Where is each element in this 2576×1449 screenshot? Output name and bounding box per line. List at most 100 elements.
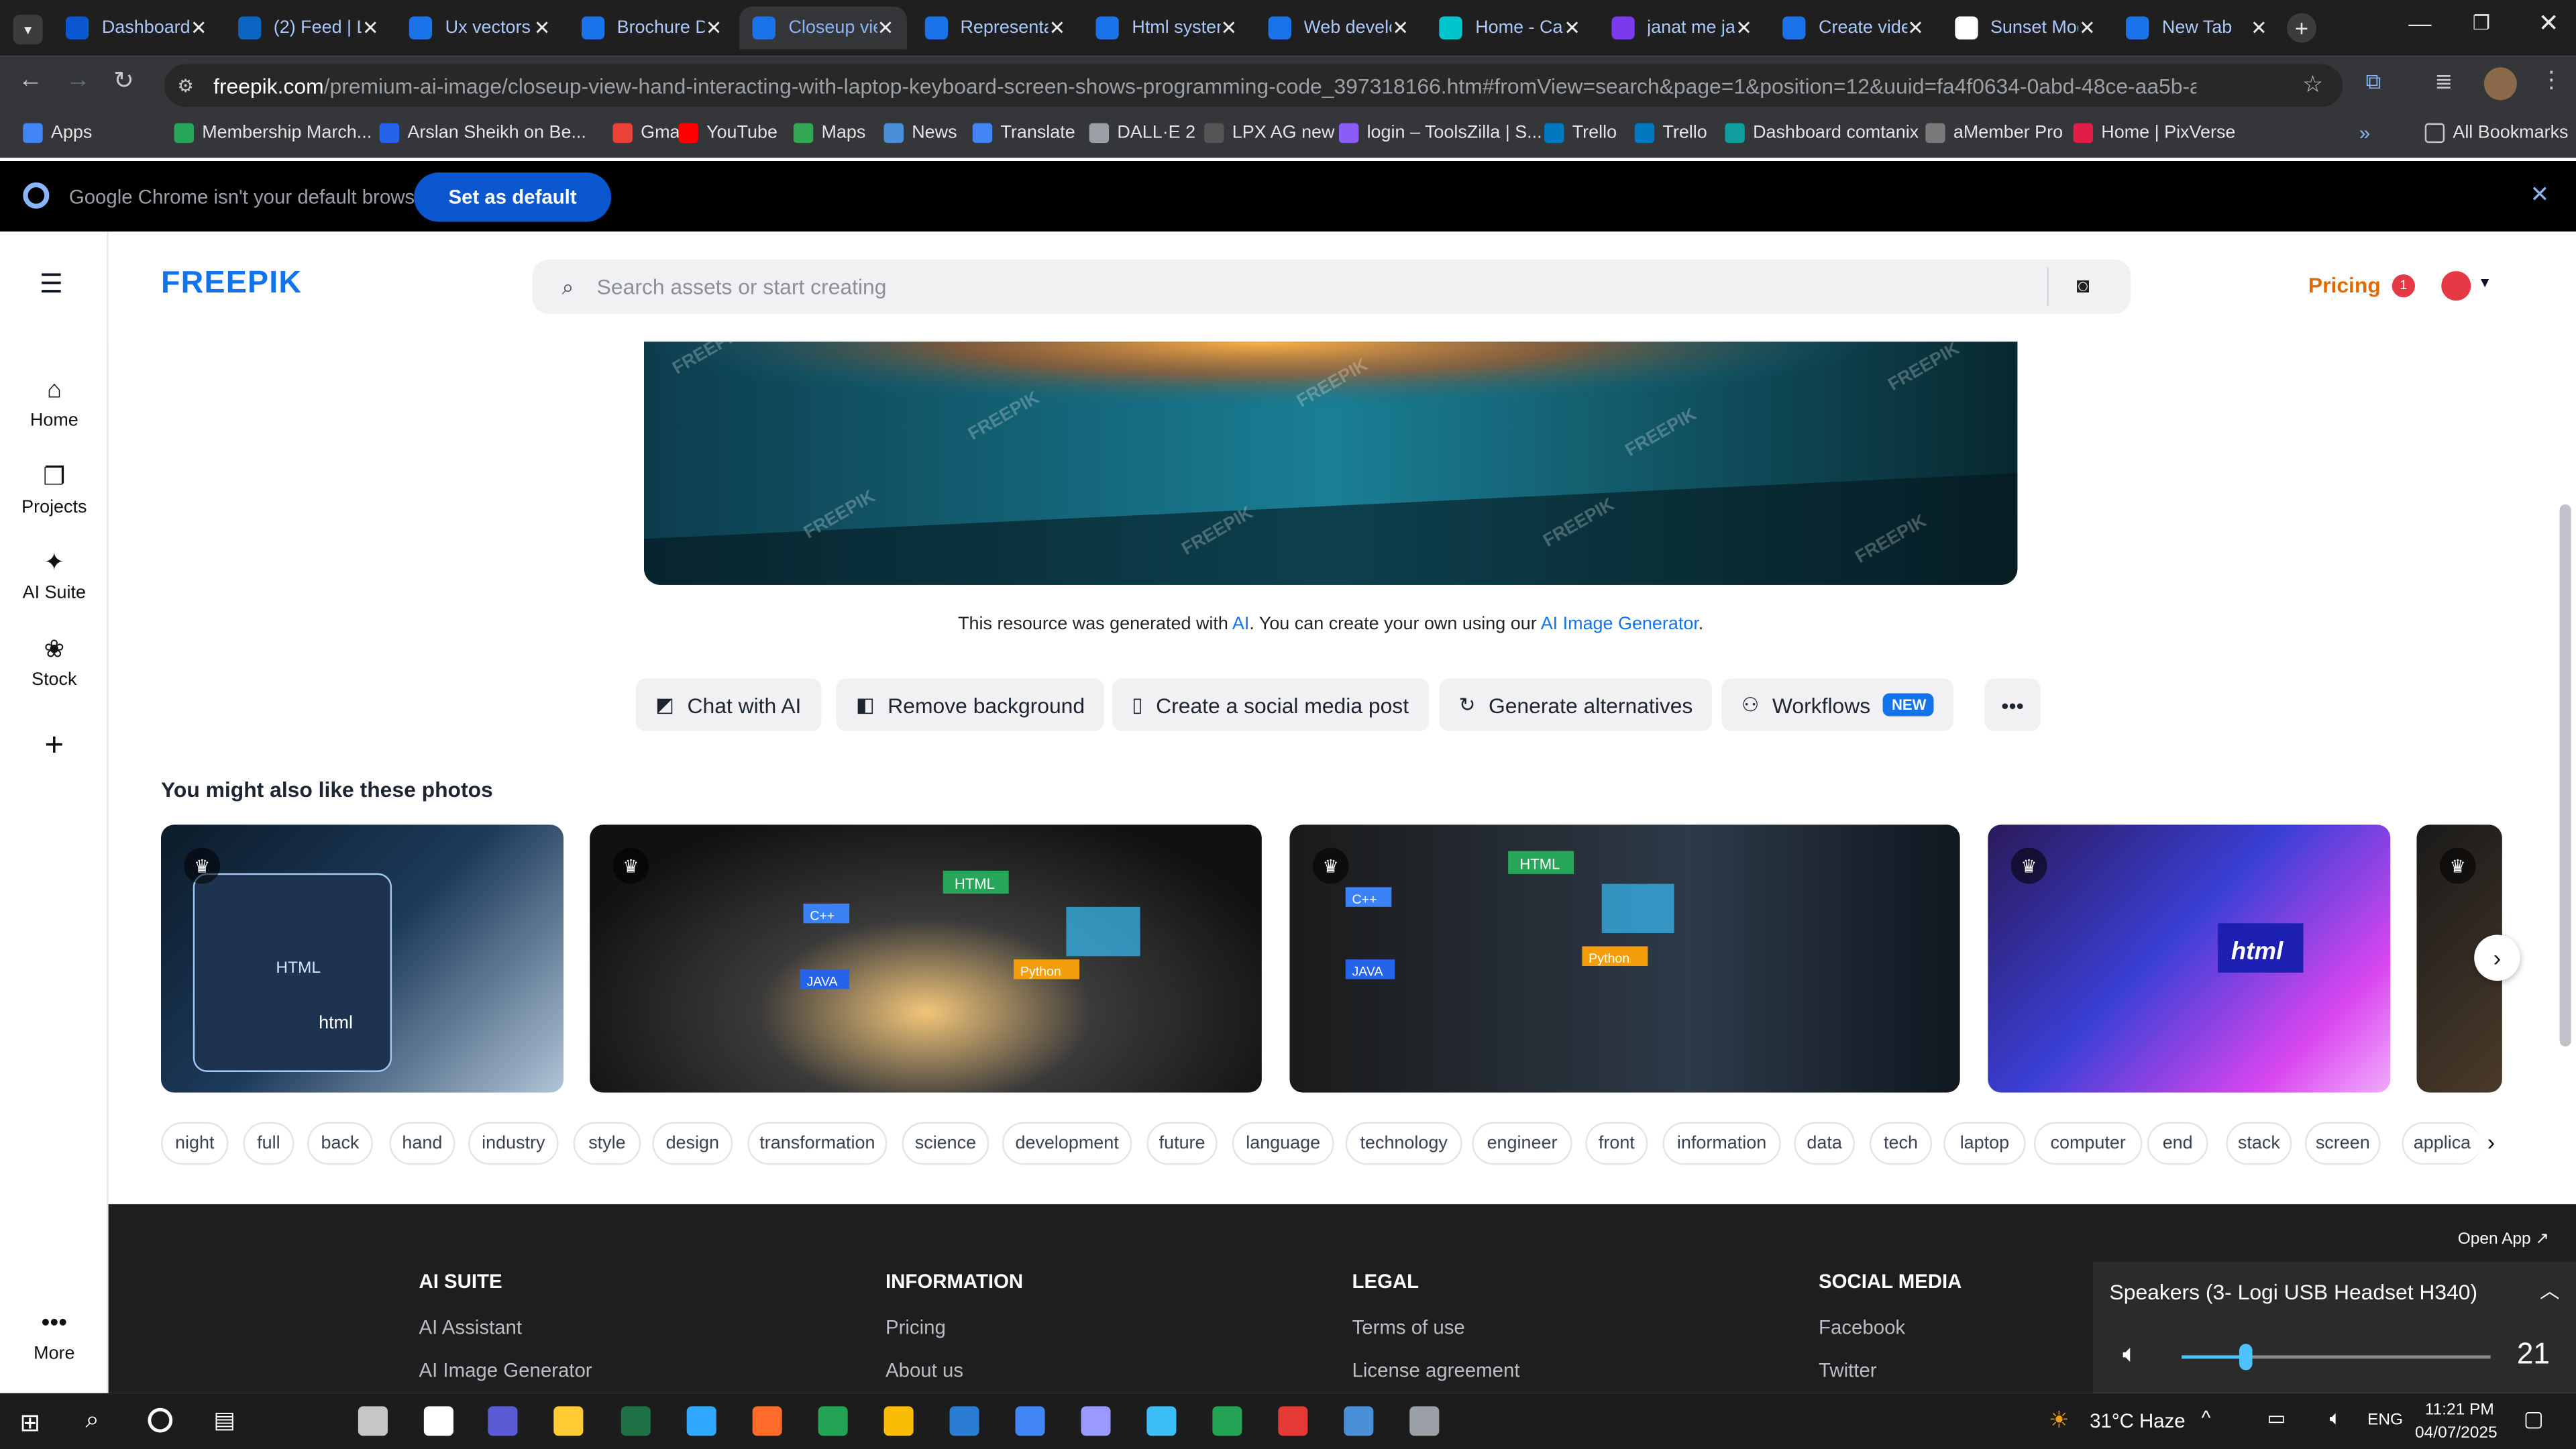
menu-dots-icon[interactable]: ⋮ <box>2540 66 2563 94</box>
taskbar-app-icon[interactable] <box>686 1406 716 1436</box>
infobar-close-icon[interactable]: ✕ <box>2530 180 2549 209</box>
social-media-post-button[interactable]: ▯ Create a social media post <box>1112 678 1429 731</box>
task-view-icon[interactable]: ▤ <box>213 1406 235 1434</box>
bookmark-item[interactable]: Apps <box>23 123 92 144</box>
search-input[interactable]: Search assets or start creating <box>597 274 887 299</box>
chat-with-ai-button[interactable]: ◩ Chat with AI <box>635 678 821 731</box>
similar-photo-1[interactable]: ♛ HTML html <box>161 824 564 1093</box>
reload-icon[interactable]: ↻ <box>113 66 134 95</box>
volume-tray-icon[interactable]: 🔈︎ <box>2330 1406 2342 1431</box>
taskbar-app-icon[interactable] <box>488 1406 518 1436</box>
hamburger-icon[interactable]: ☰ <box>40 268 63 301</box>
tag-chip[interactable]: science <box>902 1122 989 1165</box>
similar-photo-4[interactable]: ♛ html <box>1988 824 2391 1093</box>
forward-icon[interactable]: → <box>66 66 91 94</box>
pricing-link[interactable]: Pricing <box>2308 273 2381 298</box>
tab-close-icon[interactable]: ✕ <box>706 16 722 39</box>
taskbar-app-icon[interactable] <box>1278 1406 1308 1436</box>
tag-chip[interactable]: language <box>1232 1122 1334 1165</box>
tag-chip[interactable]: front <box>1585 1122 1648 1165</box>
close-window-button[interactable]: ✕ <box>2538 8 2559 38</box>
tab-close-icon[interactable]: ✕ <box>191 16 207 39</box>
footer-link[interactable]: Facebook <box>1819 1316 1962 1339</box>
footer-link[interactable]: Twitter <box>1819 1358 1962 1381</box>
tag-chip[interactable]: back <box>307 1122 373 1165</box>
taskbar-app-icon[interactable] <box>1081 1406 1111 1436</box>
rail-home[interactable]: ⌂ Home <box>0 376 109 431</box>
ai-image-generator-link[interactable]: AI Image Generator <box>1541 614 1699 634</box>
language-indicator[interactable]: ENG <box>2367 1411 2403 1430</box>
site-info-icon[interactable]: ⚙ <box>177 74 193 96</box>
tab-close-icon[interactable]: ✕ <box>2251 16 2267 39</box>
bookmark-item[interactable]: YouTube <box>678 123 777 144</box>
rail-more[interactable]: ••• More <box>0 1309 109 1364</box>
browser-tab[interactable]: Closeup view✕ <box>739 6 907 50</box>
more-actions-button[interactable]: ••• <box>1984 678 2041 731</box>
back-icon[interactable]: ← <box>18 66 43 94</box>
browser-tab[interactable]: Home - Canva✕ <box>1426 7 1594 50</box>
reading-list-icon[interactable]: ≣ <box>2434 69 2453 95</box>
tag-chip[interactable]: screen <box>2304 1122 2381 1165</box>
speaker-icon[interactable]: 🔈︎ <box>2123 1340 2137 1368</box>
taskbar-app-icon[interactable] <box>1212 1406 1242 1436</box>
set-default-button[interactable]: Set as default <box>414 172 612 222</box>
restore-button[interactable]: ❐ <box>2473 11 2490 34</box>
freepik-logo[interactable]: FREEPIK <box>161 266 302 303</box>
camera-search-icon[interactable]: ◙ <box>2077 273 2090 298</box>
rail-stock[interactable]: ❀ Stock <box>0 634 109 690</box>
tab-close-icon[interactable]: ✕ <box>1907 16 1924 39</box>
rail-projects[interactable]: ❐ Projects <box>0 462 109 518</box>
browser-tab[interactable]: janat me jana✕ <box>1598 7 1766 50</box>
tag-chip[interactable]: data <box>1794 1122 1855 1165</box>
tag-chip[interactable]: style <box>573 1122 641 1165</box>
tag-chip[interactable]: development <box>1002 1122 1132 1165</box>
address-bar[interactable]: ⚙ freepik.com/premium-ai-image/closeup-v… <box>164 64 2343 107</box>
bookmark-item[interactable]: Trello <box>1544 123 1617 144</box>
bookmark-item[interactable]: LPX AG new <box>1204 123 1335 144</box>
bookmark-item[interactable]: Dashboard comtanix <box>1725 123 1919 144</box>
similar-photo-2[interactable]: ♛ HTML C++ Python JAVA <box>590 824 1262 1093</box>
tag-chip[interactable]: engineer <box>1472 1122 1572 1165</box>
remove-background-button[interactable]: ◧ Remove background <box>836 678 1105 731</box>
tray-up-icon[interactable]: ^ <box>2202 1406 2211 1429</box>
tag-chip[interactable]: full <box>243 1122 294 1165</box>
tag-chip[interactable]: technology <box>1345 1122 1462 1165</box>
browser-tab[interactable]: Dashboard ✕ <box>52 7 220 50</box>
tab-close-icon[interactable]: ✕ <box>362 16 379 39</box>
browser-tab[interactable]: Web developer✕ <box>1254 7 1422 50</box>
browser-tab[interactable]: Brochure Design✕ <box>568 7 735 50</box>
rail-ai-suite[interactable]: ✦ AI Suite <box>0 547 109 603</box>
footer-link[interactable]: License agreement <box>1352 1358 1520 1381</box>
taskbar-app-icon[interactable] <box>1015 1406 1045 1436</box>
bookmark-item[interactable]: aMember Pro <box>1925 123 2063 144</box>
taskbar-app-icon[interactable] <box>1344 1406 1374 1436</box>
tab-close-icon[interactable]: ✕ <box>534 16 551 39</box>
browser-tab[interactable]: Create video✕ <box>1770 7 1937 50</box>
footer-link[interactable]: AI Assistant <box>419 1316 592 1339</box>
taskbar-app-icon[interactable] <box>553 1406 584 1436</box>
tag-chip[interactable]: industry <box>468 1122 559 1165</box>
browser-tab[interactable]: Html system✕ <box>1083 7 1250 50</box>
tab-close-icon[interactable]: ✕ <box>1735 16 1752 39</box>
browser-tab[interactable]: Ux vectors ✕ <box>396 7 564 50</box>
bookmark-item[interactable]: Trello <box>1634 123 1707 144</box>
tab-close-icon[interactable]: ✕ <box>1392 16 1409 39</box>
tags-next-icon[interactable]: › <box>2487 1128 2495 1155</box>
carousel-next-button[interactable]: › <box>2474 934 2520 981</box>
taskbar-app-icon[interactable] <box>358 1406 388 1436</box>
footer-link[interactable]: Pricing <box>885 1316 1023 1339</box>
bookmark-item[interactable]: News <box>883 123 957 144</box>
clock-time[interactable]: 11:21 PM <box>2425 1401 2494 1419</box>
taskbar-app-icon[interactable] <box>1146 1406 1177 1436</box>
tab-close-icon[interactable]: ✕ <box>1049 16 1066 39</box>
bookmarks-overflow-icon[interactable]: » <box>2359 121 2370 144</box>
tab-search-icon[interactable]: ▾ <box>13 15 43 45</box>
generate-alternatives-button[interactable]: ↻ Generate alternatives <box>1439 678 1713 731</box>
new-tab-button[interactable]: + <box>2287 13 2317 43</box>
tag-chip[interactable]: applica <box>2402 1122 2481 1165</box>
search-icon[interactable]: ⌕ <box>85 1406 99 1434</box>
bookmark-item[interactable]: Translate <box>972 123 1075 144</box>
volume-slider-thumb[interactable] <box>2240 1344 2253 1371</box>
footer-link[interactable]: About us <box>885 1358 1023 1381</box>
footer-link[interactable]: Terms of use <box>1352 1316 1520 1339</box>
